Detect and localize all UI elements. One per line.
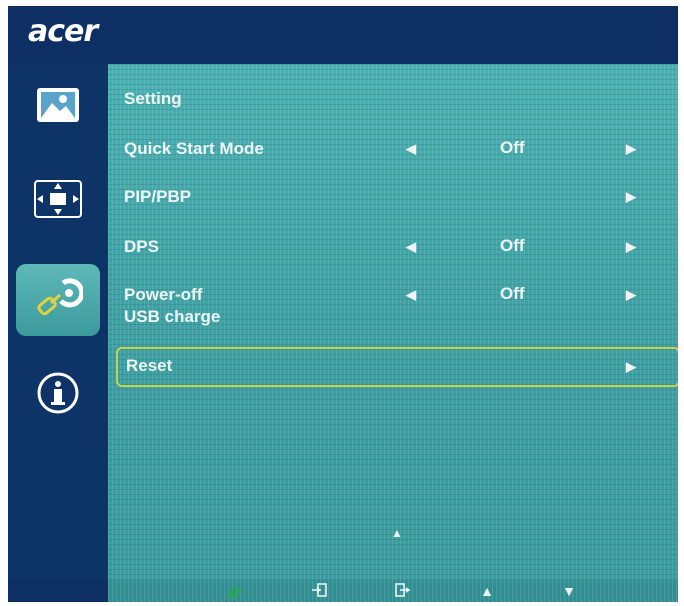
left-arrow-icon[interactable]: ◀ xyxy=(406,287,416,303)
row-value: Off xyxy=(500,284,525,303)
scroll-up-indicator-icon: ▲ xyxy=(391,526,403,540)
row-label-line1: Power-off xyxy=(124,285,203,304)
picture-icon xyxy=(36,87,80,128)
sidebar-item-display[interactable] xyxy=(16,170,100,232)
row-label: Reset xyxy=(126,356,173,375)
acer-logo: acer xyxy=(28,14,98,49)
input-button[interactable] xyxy=(304,580,334,602)
menu-row-pip-pbp[interactable]: PIP/PBP ▶ xyxy=(108,186,678,210)
up-button[interactable]: ▲ xyxy=(472,580,502,602)
e-key-button[interactable]: e xyxy=(218,579,252,602)
sidebar xyxy=(8,64,108,580)
right-arrow-icon[interactable]: ▶ xyxy=(626,239,636,255)
right-arrow-icon[interactable]: ▶ xyxy=(626,359,636,375)
e-key-icon: e xyxy=(228,579,242,602)
right-arrow-icon[interactable]: ▶ xyxy=(626,189,636,205)
up-arrow-icon: ▲ xyxy=(480,583,494,599)
right-arrow-icon[interactable]: ▶ xyxy=(626,141,636,157)
setting-wrench-icon xyxy=(33,275,85,326)
row-label-line2: USB charge xyxy=(124,307,221,326)
row-value: Off xyxy=(500,236,525,255)
left-arrow-icon[interactable]: ◀ xyxy=(406,141,416,157)
sidebar-item-setting[interactable] xyxy=(16,264,100,336)
row-label: Quick Start Mode xyxy=(124,139,264,158)
right-arrow-icon[interactable]: ▶ xyxy=(626,287,636,303)
menu-title-row: Setting xyxy=(108,88,678,112)
menu-row-reset[interactable]: Reset ▶ xyxy=(116,347,678,387)
exit-button[interactable] xyxy=(388,580,418,602)
down-arrow-icon: ▼ xyxy=(562,583,576,599)
sidebar-item-info[interactable] xyxy=(16,364,100,426)
settings-panel: Setting Quick Start Mode ◀ Off ▶ PIP/PBP… xyxy=(108,64,678,580)
display-position-icon xyxy=(34,179,82,223)
left-arrow-icon[interactable]: ◀ xyxy=(406,239,416,255)
sidebar-item-picture[interactable] xyxy=(16,76,100,138)
input-icon xyxy=(311,582,327,601)
menu-row-power-off-usb[interactable]: Power-off USB charge ◀ Off ▶ xyxy=(108,284,678,330)
exit-icon xyxy=(395,582,411,601)
bottom-key-bar: e ▲ ▼ xyxy=(108,579,678,602)
down-button[interactable]: ▼ xyxy=(554,580,584,602)
menu-row-quick-start[interactable]: Quick Start Mode ◀ Off ▶ xyxy=(108,138,678,162)
row-label: DPS xyxy=(124,237,159,256)
osd-menu: acer Setting Quick Start Mode ◀ Off ▶ PI… xyxy=(8,6,678,602)
row-label: PIP/PBP xyxy=(124,187,192,206)
info-icon xyxy=(36,371,80,420)
menu-row-dps[interactable]: DPS ◀ Off ▶ xyxy=(108,236,678,260)
row-value: Off xyxy=(500,138,525,157)
menu-title: Setting xyxy=(124,89,182,108)
